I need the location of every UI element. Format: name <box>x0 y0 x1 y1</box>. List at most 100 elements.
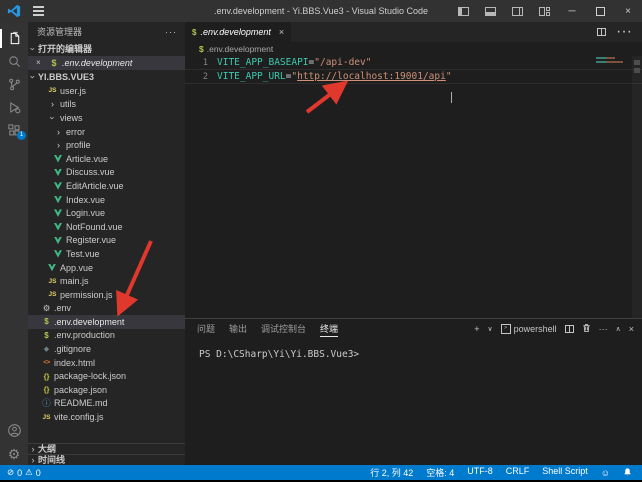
terminal[interactable]: PS D:\CSharp\Yi\Yi.BBS.Vue3> <box>185 339 642 360</box>
tree-item-permission.js[interactable]: JSpermission.js <box>28 288 185 302</box>
status-item[interactable]: 行 2, 列 42 <box>370 466 413 479</box>
tree-item-README.md[interactable]: ⓘREADME.md <box>28 397 185 411</box>
close-button[interactable]: × <box>614 0 642 22</box>
vue-icon <box>54 250 62 258</box>
tree-item-label: package.json <box>54 385 107 395</box>
tree-item-.gitignore[interactable]: ◆.gitignore <box>28 342 185 356</box>
split-editor-icon[interactable] <box>597 28 606 36</box>
status-item[interactable]: UTF-8 <box>467 466 493 479</box>
warning-count: 0 <box>36 468 41 478</box>
close-icon[interactable]: × <box>36 56 45 70</box>
outline-section[interactable]: › 大纲 <box>28 443 185 454</box>
panel-more-actions-icon[interactable]: ··· <box>599 324 608 334</box>
info-icon: ⓘ <box>40 397 53 409</box>
settings-gear-icon[interactable]: ⚙ <box>0 442 28 465</box>
tree-item-.env[interactable]: ⚙.env <box>28 302 185 316</box>
account-icon[interactable] <box>0 419 28 442</box>
chevron-right-icon: › <box>46 99 59 109</box>
tree-item-Test.vue[interactable]: Test.vue <box>28 247 185 261</box>
status-item[interactable]: Shell Script <box>542 466 588 479</box>
tree-item-label: user.js <box>60 86 86 96</box>
dollar-icon: $ <box>40 317 53 326</box>
close-panel-icon[interactable]: × <box>629 324 634 334</box>
tree-item-.env.development[interactable]: $.env.development <box>28 315 185 329</box>
panel-tab-问题[interactable]: 问题 <box>197 319 215 339</box>
extensions-icon[interactable]: 1 <box>0 119 28 142</box>
tree-item-label: EditArticle.vue <box>66 181 124 191</box>
tree-item-Article.vue[interactable]: Article.vue <box>28 152 185 166</box>
panel-tab-调试控制台[interactable]: 调试控制台 <box>261 319 306 339</box>
toggle-secondary-sidebar-icon[interactable] <box>512 7 523 16</box>
breadcrumb[interactable]: $ .env.development <box>185 42 642 56</box>
search-icon[interactable] <box>0 50 28 73</box>
source-control-icon[interactable] <box>0 73 28 96</box>
project-section[interactable]: › YI.BBS.VUE3 <box>28 70 185 84</box>
open-editors-section[interactable]: › 打开的编辑器 <box>28 42 185 56</box>
vue-icon <box>54 196 62 204</box>
open-editor-filename: .env.development <box>62 56 132 70</box>
editor-more-actions-icon[interactable]: ··· <box>616 23 632 41</box>
tree-item-Discuss.vue[interactable]: Discuss.vue <box>28 166 185 180</box>
status-item[interactable]: 空格: 4 <box>426 466 454 479</box>
timeline-section[interactable]: › 时间线 <box>28 454 185 465</box>
code-line-2: 2 VITE_APP_URL="http://localhost:19001/a… <box>185 69 642 84</box>
maximize-button[interactable] <box>586 0 614 22</box>
tree-item-NotFound.vue[interactable]: NotFound.vue <box>28 220 185 234</box>
minimize-button[interactable]: ─ <box>558 0 586 22</box>
gear-icon: ⚙ <box>40 303 53 314</box>
braces-icon: {} <box>40 385 53 394</box>
tree-item-package.json[interactable]: {}package.json <box>28 383 185 397</box>
tab-env-development[interactable]: $ .env.development × <box>185 22 291 42</box>
notifications-bell-icon[interactable] <box>623 467 632 479</box>
tree-item-package-lock.json[interactable]: {}package-lock.json <box>28 369 185 383</box>
tree-item-label: NotFound.vue <box>66 222 123 232</box>
panel-tab-输出[interactable]: 输出 <box>229 319 247 339</box>
file-tree: JSuser.js›utils›views›error›profileArtic… <box>28 84 185 424</box>
panel-tab-终端[interactable]: 终端 <box>320 319 338 339</box>
feedback-smiley-icon[interactable]: ☺ <box>601 468 610 478</box>
dotenv-icon: $ <box>199 44 204 54</box>
tree-item-EditArticle.vue[interactable]: EditArticle.vue <box>28 179 185 193</box>
run-debug-icon[interactable] <box>0 96 28 119</box>
explorer-sidebar: 资源管理器 ··· › 打开的编辑器 × $ .env.development … <box>28 22 185 465</box>
maximize-panel-icon[interactable]: ∧ <box>616 325 621 333</box>
tree-item-label: vite.config.js <box>54 412 104 422</box>
customize-layout-icon[interactable] <box>539 7 550 16</box>
tree-item-Login.vue[interactable]: Login.vue <box>28 206 185 220</box>
tree-item-label: App.vue <box>60 263 93 273</box>
minimap[interactable] <box>596 57 630 63</box>
explorer-icon[interactable] <box>0 27 28 50</box>
tree-item-views[interactable]: ›views <box>28 111 185 125</box>
terminal-instance-powershell[interactable]: > powershell <box>501 324 557 334</box>
problems-status[interactable]: ⊘ 0 ⚠ 0 <box>0 467 41 478</box>
url-link[interactable]: http://localhost:19001/api <box>297 71 446 82</box>
tree-item-App.vue[interactable]: App.vue <box>28 261 185 275</box>
code-editor[interactable]: 1 VITE_APP_BASEAPI="/api-dev" 2 VITE_APP… <box>185 56 642 318</box>
split-terminal-icon[interactable] <box>565 325 574 333</box>
terminal-dropdown-icon[interactable]: ∨ <box>487 325 492 333</box>
tree-item-utils[interactable]: ›utils <box>28 98 185 112</box>
dollar-icon: $ <box>40 331 53 340</box>
tree-item-user.js[interactable]: JSuser.js <box>28 84 185 98</box>
dotenv-icon: $ <box>192 28 196 37</box>
toggle-panel-icon[interactable] <box>485 7 496 16</box>
toggle-primary-sidebar-icon[interactable] <box>458 7 469 16</box>
tree-item-error[interactable]: ›error <box>28 125 185 139</box>
new-terminal-icon[interactable]: + <box>474 324 479 334</box>
tree-item-Index.vue[interactable]: Index.vue <box>28 193 185 207</box>
tree-item-main.js[interactable]: JSmain.js <box>28 274 185 288</box>
tree-item-index.html[interactable]: <>index.html <box>28 356 185 370</box>
tab-close-icon[interactable]: × <box>279 27 284 37</box>
scrollbar[interactable] <box>632 56 642 318</box>
menu-icon[interactable] <box>33 10 44 12</box>
tree-item-label: profile <box>66 140 91 150</box>
kill-terminal-icon[interactable] <box>582 323 591 335</box>
status-item[interactable]: CRLF <box>506 466 530 479</box>
tree-item-Register.vue[interactable]: Register.vue <box>28 234 185 248</box>
tree-item-.env.production[interactable]: $.env.production <box>28 329 185 343</box>
tree-item-vite.config.js[interactable]: JSvite.config.js <box>28 410 185 424</box>
open-editor-item[interactable]: × $ .env.development <box>28 56 185 70</box>
more-actions-icon[interactable]: ··· <box>165 22 177 43</box>
extensions-badge: 1 <box>17 131 26 140</box>
tree-item-profile[interactable]: ›profile <box>28 138 185 152</box>
